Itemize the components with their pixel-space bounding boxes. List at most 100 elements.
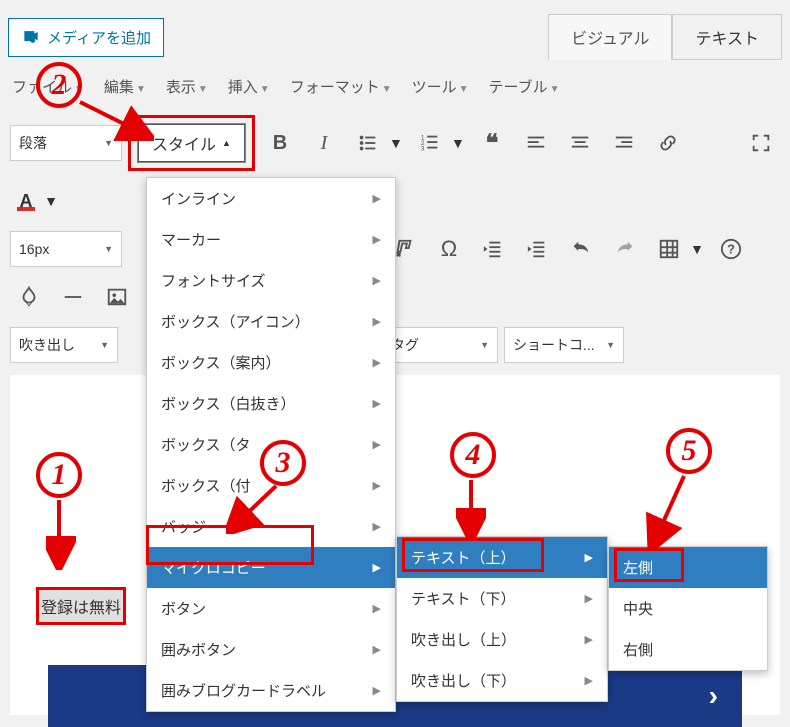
table-insert-button[interactable]: ▼: [650, 231, 706, 267]
chevron-down-icon: ▼: [451, 135, 465, 151]
style-button[interactable]: スタイル ▲: [137, 123, 246, 163]
style-menu-item-button[interactable]: ボタン▶: [147, 588, 395, 629]
chevron-down-icon: ▼: [690, 241, 704, 257]
editor-tabs: ビジュアル テキスト: [548, 14, 782, 60]
bullet-list-button[interactable]: ▼: [349, 125, 405, 161]
menu-format[interactable]: フォーマット▼: [290, 76, 392, 97]
annotation-2: 2: [36, 62, 82, 108]
decor-tool-1[interactable]: [10, 279, 48, 315]
style-menu-item-blogcard[interactable]: 囲みブログカードラベル▶: [147, 670, 395, 711]
fontsize-select-label: 16px: [19, 241, 49, 257]
chevron-down-icon: ▼: [104, 138, 113, 148]
menubar: ファイル▼ 編集▼ 表示▼ 挿入▼ フォーマット▼ ツール▼ テーブル▼: [4, 74, 786, 109]
chevron-right-icon: ▶: [373, 274, 381, 287]
chevron-down-icon: ▼: [198, 84, 208, 95]
annotation-5: 5: [666, 428, 712, 474]
blockquote-button[interactable]: ❝: [473, 125, 511, 161]
microcopy-submenu: テキスト（上）▶ テキスト（下）▶ 吹き出し（上）▶ 吹き出し（下）▶: [396, 536, 608, 702]
style-button-highlight: スタイル ▲: [128, 115, 255, 171]
menu-insert[interactable]: 挿入▼: [228, 76, 270, 97]
fukidashi-select[interactable]: 吹き出し ▼: [10, 327, 118, 363]
menu-tools[interactable]: ツール▼: [412, 76, 469, 97]
hr-button[interactable]: [54, 279, 92, 315]
style-menu-item-inline[interactable]: インライン▶: [147, 178, 395, 219]
shortcode-select[interactable]: ショートコ... ▼: [504, 327, 624, 363]
annotation-1: 1: [36, 452, 82, 498]
add-media-label: メディアを追加: [47, 27, 151, 48]
indent-button[interactable]: [518, 231, 556, 267]
sample-text[interactable]: 登録は無料: [36, 587, 126, 625]
chevron-right-icon: ▶: [585, 592, 593, 605]
chevron-right-icon: ▶: [373, 684, 381, 697]
align-right-button[interactable]: [605, 125, 643, 161]
italic-button[interactable]: I: [305, 125, 343, 161]
style-menu-item-marker[interactable]: マーカー▶: [147, 219, 395, 260]
position-submenu: 左側 中央 右側: [608, 546, 768, 671]
outdent-button[interactable]: [474, 231, 512, 267]
top-bar: メディアを追加 ビジュアル テキスト: [4, 4, 786, 74]
specialchar-button[interactable]: Ω: [430, 231, 468, 267]
tab-text[interactable]: テキスト: [672, 14, 782, 60]
text-color-swatch: [17, 207, 35, 211]
chevron-right-icon: ▶: [373, 561, 381, 574]
tab-visual-label: ビジュアル: [571, 31, 649, 48]
chevron-down-icon: ▼: [44, 193, 58, 209]
redo-button[interactable]: [606, 231, 644, 267]
add-media-button[interactable]: メディアを追加: [8, 18, 164, 57]
style-menu-item-boxbutton[interactable]: 囲みボタン▶: [147, 629, 395, 670]
style-menu-item-box-icon[interactable]: ボックス（アイコン）▶: [147, 301, 395, 342]
shortcode-select-label: ショートコ...: [513, 335, 595, 355]
align-center-button[interactable]: [561, 125, 599, 161]
chevron-down-icon: ▼: [550, 84, 560, 95]
style-menu-item-microcopy[interactable]: マイクロコピー▶: [147, 547, 395, 588]
link-button[interactable]: [649, 125, 687, 161]
tag-select[interactable]: タグ ▼: [382, 327, 498, 363]
chevron-down-icon: ▼: [104, 244, 113, 254]
chevron-right-icon: ▶: [373, 438, 381, 451]
chevron-down-icon: ▼: [480, 340, 489, 350]
chevron-right-icon: ▶: [373, 397, 381, 410]
help-button[interactable]: ?: [712, 231, 750, 267]
chevron-down-icon: ▼: [136, 84, 146, 95]
chevron-right-icon: ▶: [373, 192, 381, 205]
fukidashi-select-label: 吹き出し: [19, 335, 75, 355]
menu-edit[interactable]: 編集▼: [104, 76, 146, 97]
paragraph-select-label: 段落: [19, 133, 47, 153]
fullscreen-button[interactable]: [742, 125, 780, 161]
number-list-button[interactable]: 123 ▼: [411, 125, 467, 161]
text-color-button[interactable]: A ▼: [10, 183, 60, 219]
submenu-text-top[interactable]: テキスト（上）▶: [397, 537, 607, 578]
menu-view[interactable]: 表示▼: [166, 76, 208, 97]
style-menu-item-box-info[interactable]: ボックス（案内）▶: [147, 342, 395, 383]
camera-music-icon: [21, 27, 41, 47]
chevron-down-icon: ▼: [100, 340, 109, 350]
style-menu-item-fontsize[interactable]: フォントサイズ▶: [147, 260, 395, 301]
menu-table[interactable]: テーブル▼: [489, 76, 560, 97]
toolbar-row-1: 段落 ▼ スタイル ▲ B I ▼ 123 ▼ ❝: [4, 109, 786, 177]
position-left[interactable]: 左側: [609, 547, 767, 588]
chevron-right-icon: ▶: [373, 602, 381, 615]
paragraph-select[interactable]: 段落 ▼: [10, 125, 122, 161]
chevron-right-icon: ▶: [585, 674, 593, 687]
bold-button[interactable]: B: [261, 125, 299, 161]
undo-button[interactable]: [562, 231, 600, 267]
tab-visual[interactable]: ビジュアル: [548, 14, 672, 60]
style-menu-item-box-outline[interactable]: ボックス（白抜き）▶: [147, 383, 395, 424]
annotation-3: 3: [260, 440, 306, 486]
chevron-right-icon: ▶: [373, 479, 381, 492]
chevron-down-icon: ▼: [260, 84, 270, 95]
submenu-balloon-bottom[interactable]: 吹き出し（下）▶: [397, 660, 607, 701]
chevron-right-icon: ▶: [373, 356, 381, 369]
fontsize-select[interactable]: 16px ▼: [10, 231, 122, 267]
tab-text-label: テキスト: [695, 31, 759, 48]
svg-text:?: ?: [727, 242, 735, 257]
position-right[interactable]: 右側: [609, 629, 767, 670]
image-button[interactable]: [98, 279, 136, 315]
submenu-balloon-top[interactable]: 吹き出し（上）▶: [397, 619, 607, 660]
chevron-down-icon: ▼: [606, 340, 615, 350]
position-center[interactable]: 中央: [609, 588, 767, 629]
style-menu-item-badge[interactable]: バッジ▶: [147, 506, 395, 547]
submenu-text-bottom[interactable]: テキスト（下）▶: [397, 578, 607, 619]
align-left-button[interactable]: [517, 125, 555, 161]
style-button-label: スタイル: [152, 131, 216, 155]
